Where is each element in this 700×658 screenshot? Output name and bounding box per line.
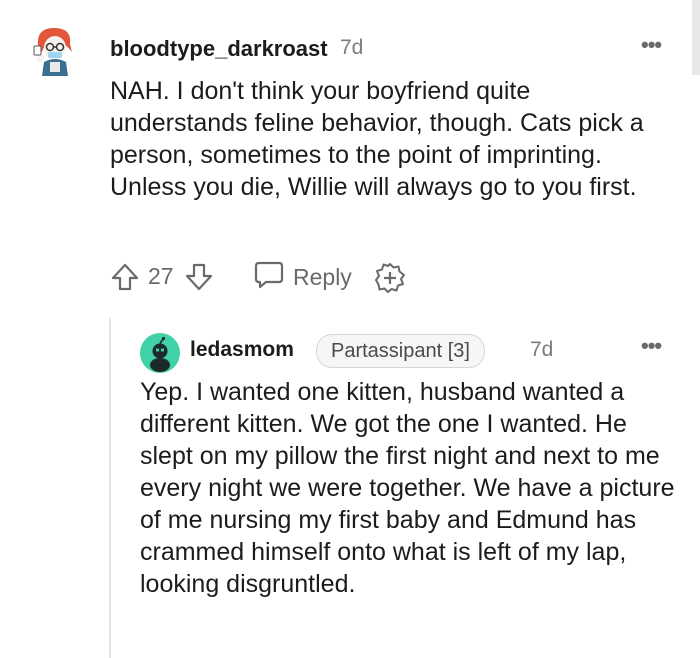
scrollbar-thumb[interactable] xyxy=(692,0,700,75)
more-dots-icon[interactable]: ••• xyxy=(641,333,662,359)
comment-username[interactable]: ledasmom xyxy=(190,338,294,362)
thread-line[interactable] xyxy=(109,318,111,658)
arrow-up-icon[interactable] xyxy=(110,262,140,292)
arrow-down-icon[interactable] xyxy=(184,262,214,292)
comment-timestamp: 7d xyxy=(530,338,554,361)
comment-body: NAH. I don't think your boyfriend quite … xyxy=(110,77,644,201)
user-flair-badge: Partassipant [3] xyxy=(316,334,485,368)
avatar[interactable] xyxy=(140,333,180,373)
award-plus-icon[interactable] xyxy=(374,262,406,294)
vote-count: 27 xyxy=(148,263,174,289)
avatar[interactable] xyxy=(28,22,82,76)
reply-button[interactable]: Reply xyxy=(253,261,352,293)
comment-username[interactable]: bloodtype_darkroast xyxy=(110,36,328,62)
speech-bubble-icon xyxy=(253,260,285,295)
reply-label: Reply xyxy=(293,263,352,290)
comment-thread: bloodtype_darkroast 7d ••• NAH. I don't … xyxy=(0,0,700,658)
comment-timestamp: 7d xyxy=(340,36,364,59)
more-dots-icon[interactable]: ••• xyxy=(641,32,662,58)
comment-body: Yep. I wanted one kitten, husband wanted… xyxy=(140,378,675,598)
